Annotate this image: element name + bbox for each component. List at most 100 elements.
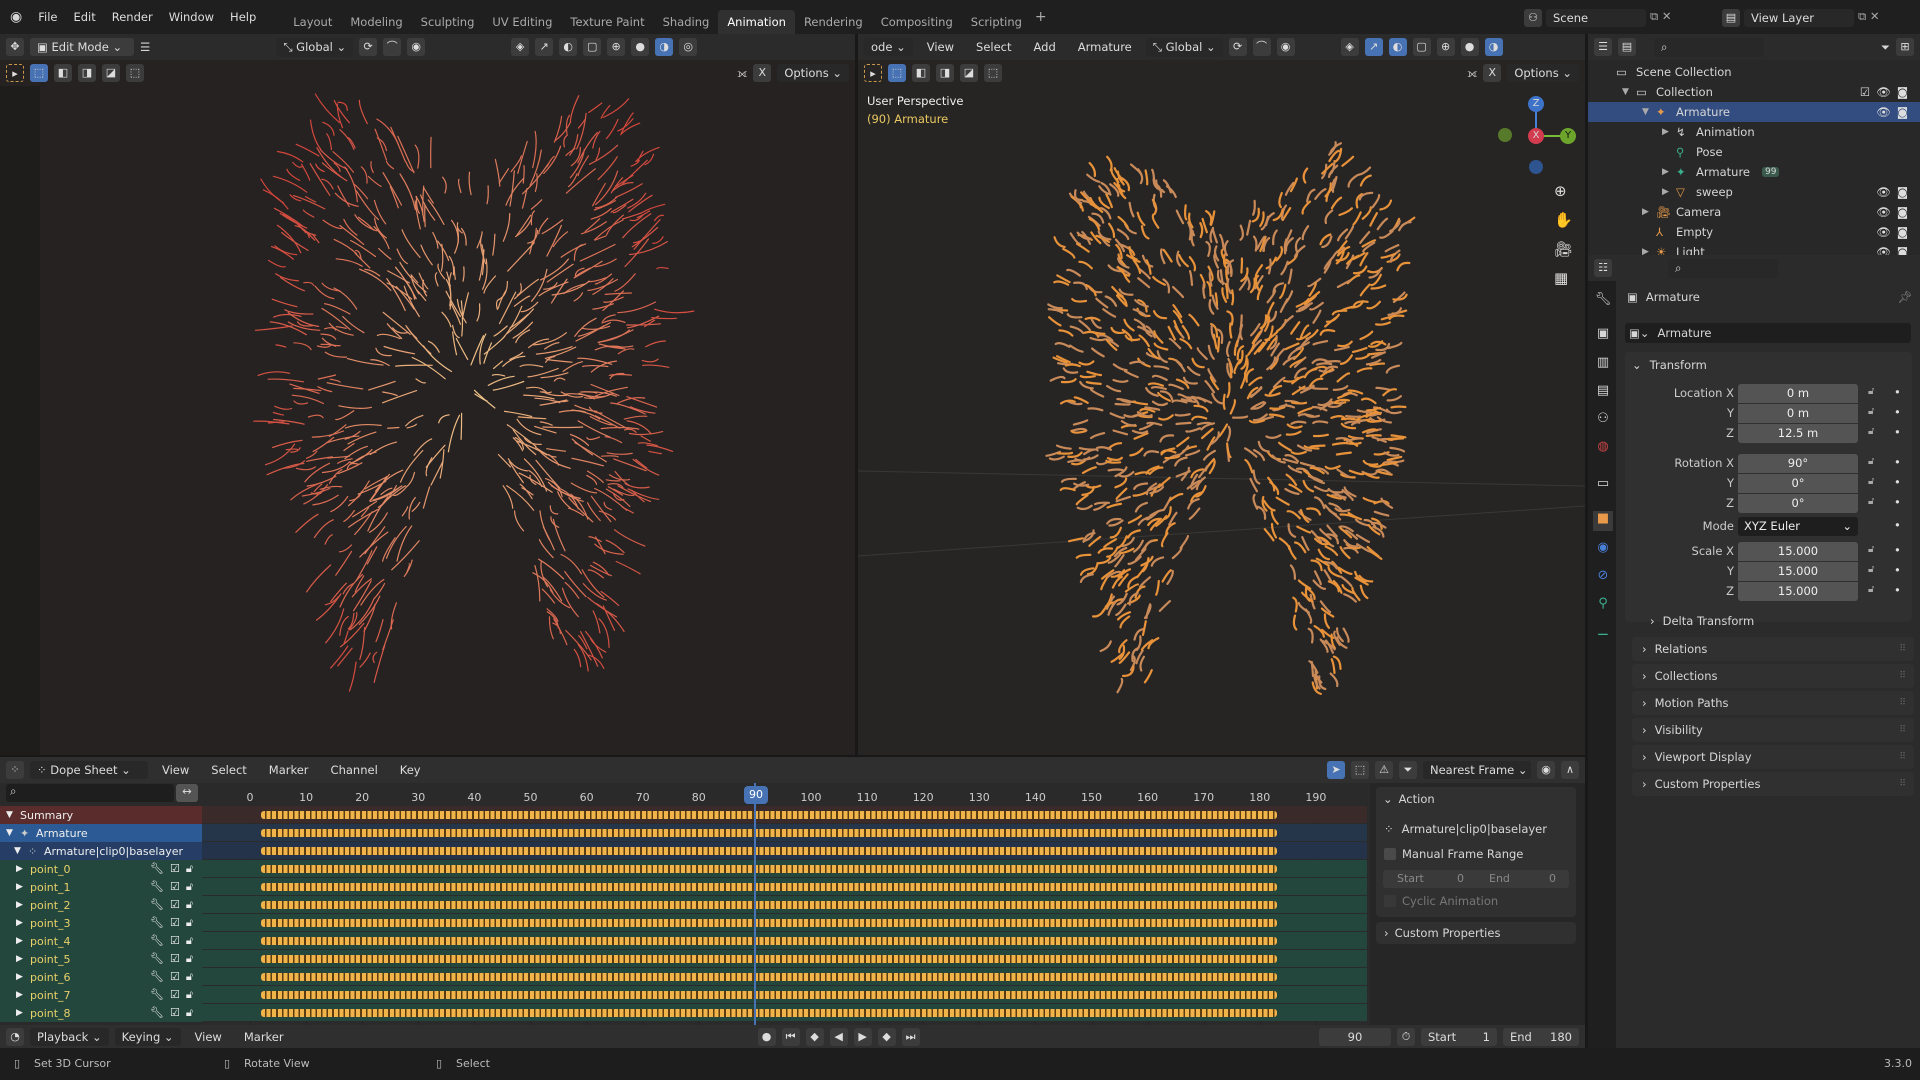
panel-relations[interactable]: › Relations ⠿ [1632,637,1914,661]
eye-icon[interactable]: 👁︎ [1876,185,1891,199]
disclosure-triangle-icon[interactable]: ▼ [1642,107,1656,117]
rotation-y-field[interactable]: 0° [1738,474,1858,493]
gizmo-y-axis[interactable]: Y [1560,128,1576,144]
rotation-mode-dropdown[interactable]: XYZ Euler ⌄ [1738,517,1858,536]
left-3d-viewport[interactable]: ✥ ▣ Edit Mode ⌄ ☰ ⤡ Global ⌄ ⟳ ⌒ ◉ ◈ ↗ ◐… [0,34,855,755]
mode-dropdown-right[interactable]: ode ⌄ [864,38,913,56]
lock-icon[interactable]: 🔓︎ [1868,496,1874,507]
mute-checkbox[interactable]: ☑ [170,952,180,966]
menu-view[interactable]: View [187,1030,230,1044]
disclosure-triangle-icon[interactable]: ▶ [1662,167,1676,177]
lock-icon[interactable]: 🔓︎ [186,862,193,876]
outliner-item[interactable]: ⚲ Pose [1588,142,1920,162]
lock-icon[interactable]: 🔓︎ [186,934,193,948]
cyclic-animation-checkbox[interactable]: Cyclic Animation [1384,894,1498,908]
outliner-item[interactable]: ▭ Scene Collection [1588,62,1920,82]
mirror-x-toggle[interactable]: X [753,64,772,82]
playhead-frame-indicator[interactable]: 90 [744,786,768,804]
drag-handle-icon[interactable]: ⠿ [1899,671,1906,681]
mute-checkbox[interactable]: ☑ [170,988,180,1002]
pin-icon[interactable]: 📌︎ [1897,290,1912,304]
outliner-item[interactable]: ▼ ▭ Collection ☑ 👁︎ ◙ [1588,82,1920,102]
expand-triangle-icon[interactable]: ▶ [16,972,30,982]
outliner-item[interactable]: ▶ ▽ sweep 👁︎ ◙ [1588,182,1920,202]
transform-panel-header[interactable]: ⌄ Transform [1632,358,1707,372]
snap-icon[interactable]: ⌒ [1252,38,1271,56]
channel-point-7[interactable]: ▶ point_7 🔧︎ ☑ 🔓︎ [0,986,202,1004]
editor-type-icon[interactable]: ⁘ [6,761,24,779]
rotation-x-field[interactable]: 90° [1738,454,1858,473]
expand-triangle-icon[interactable]: ▶ [16,936,30,946]
scale-z-field[interactable]: 15.000 [1738,582,1858,601]
outliner-item[interactable]: ▶ ✦ Armature 99 [1588,162,1920,182]
channel-summary[interactable]: ▼ Summary [0,806,202,824]
gizmo-icon[interactable]: ↗ [1364,38,1383,56]
location-y-field[interactable]: 0 m [1738,404,1858,423]
mute-checkbox[interactable]: ☑ [170,916,180,930]
new-collection-icon[interactable]: ⊞ [1896,38,1914,56]
keyframe-strip[interactable] [261,919,1277,927]
channel-point-5[interactable]: ▶ point_5 🔧︎ ☑ 🔓︎ [0,950,202,968]
keyframe-strip[interactable] [261,811,1277,819]
keyframe-dot-icon[interactable]: • [1894,563,1901,577]
xray-icon[interactable]: ▢ [1412,38,1431,56]
keyframe-dot-icon[interactable]: • [1894,425,1901,439]
disclosure-triangle-icon[interactable]: ▼ [1622,87,1636,97]
pan-hand-icon[interactable]: ✋ [1554,211,1573,229]
blender-logo-icon[interactable]: ◉ [10,9,22,25]
modifier-wrench-icon[interactable]: 🔧︎ [150,1006,164,1020]
expand-triangle-icon[interactable]: ▶ [16,864,30,874]
delta-transform-subpanel[interactable]: › Delta Transform [1650,614,1754,628]
keyframe-strip[interactable] [261,847,1277,855]
solid-shading-icon[interactable]: ● [631,38,650,56]
select-tool-icon[interactable]: ▸ [864,64,882,82]
menu-file[interactable]: File [30,10,65,24]
lock-icon[interactable]: 🔓︎ [1868,544,1874,555]
options-dropdown[interactable]: Options ⌄ [1507,64,1579,82]
gizmo-icon[interactable]: ↗ [535,38,554,56]
jump-prev-key-icon[interactable]: ◆ [805,1027,824,1046]
proportional-edit-icon[interactable]: ◉ [407,38,426,56]
pivot-icon[interactable]: ⟳ [1228,38,1247,56]
lock-icon[interactable]: 🔓︎ [1868,406,1874,417]
eye-icon[interactable]: 👁︎ [1876,225,1891,239]
keyframe-dot-icon[interactable]: • [1894,543,1901,557]
keyframe-strip[interactable] [261,937,1277,945]
child-count-badge[interactable]: 99 [1762,167,1780,177]
jump-next-key-icon[interactable]: ◆ [877,1027,896,1046]
camera-render-icon[interactable]: ◙ [1897,205,1908,219]
armature-data-tab-icon[interactable]: ⚲ [1593,596,1613,616]
camera-render-icon[interactable]: ◙ [1897,245,1908,255]
keyframe-dot-icon[interactable]: • [1894,385,1901,399]
select-invert-icon[interactable]: ◪ [960,64,978,82]
eye-icon[interactable]: 👁︎ [1876,245,1891,255]
outliner-search-input[interactable]: ⌕ [1654,37,1764,57]
lock-icon[interactable]: 🔓︎ [1868,584,1874,595]
menu-render[interactable]: Render [104,10,161,24]
camera-render-icon[interactable]: ◙ [1897,225,1908,239]
xray-icon[interactable]: ▢ [583,38,602,56]
keyframe-strip[interactable] [261,973,1277,981]
drag-handle-icon[interactable]: ⠿ [1899,644,1906,654]
eye-icon[interactable]: 👁︎ [1876,205,1891,219]
menu-edit[interactable]: Edit [65,10,103,24]
keyframe-strip[interactable] [261,991,1277,999]
select-extend-icon[interactable]: ◧ [912,64,930,82]
lock-icon[interactable]: 🔓︎ [1868,386,1874,397]
action-name-row[interactable]: ⁘ Armature|clip0|baselayer [1384,822,1547,836]
menu-view[interactable]: View [154,763,197,777]
select-extend-icon[interactable]: ◧ [54,64,72,82]
workspace-tab-uv-editing[interactable]: UV Editing [483,10,561,34]
workspace-tab-rendering[interactable]: Rendering [795,10,872,34]
wireframe-shading-icon[interactable]: ⊕ [607,38,626,56]
options-dropdown[interactable]: Options ⌄ [777,64,849,82]
mute-checkbox[interactable]: ☑ [170,1006,180,1020]
keying-menu[interactable]: Keying ⌄ [114,1027,181,1046]
modifier-wrench-icon[interactable]: 🔧︎ [150,898,164,912]
modifier-wrench-icon[interactable]: 🔧︎ [150,862,164,876]
outliner-item[interactable]: ▶ 🎥︎ Camera 👁︎ ◙ [1588,202,1920,222]
wireframe-shading-icon[interactable]: ⊕ [1436,38,1455,56]
keyframe-strip[interactable] [261,883,1277,891]
panel-motion-paths[interactable]: › Motion Paths ⠿ [1632,691,1914,715]
channel-point-3[interactable]: ▶ point_3 🔧︎ ☑ 🔓︎ [0,914,202,932]
